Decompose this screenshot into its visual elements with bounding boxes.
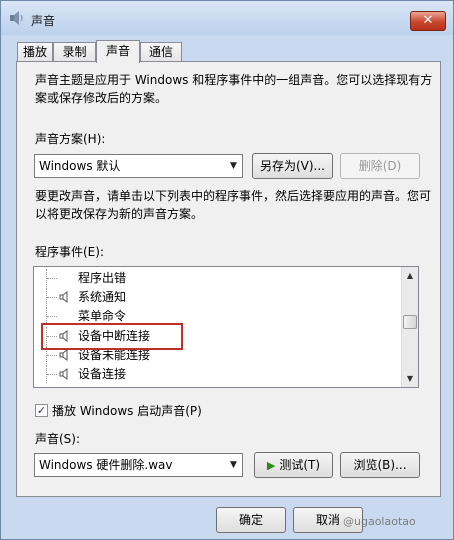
close-icon: ✕ [422,13,434,28]
scheme-label: 声音方案(H): [35,132,106,146]
play-icon: ▶ [266,459,276,472]
title-bar: 声音 ✕ [1,1,453,35]
startup-sound-checkbox[interactable]: ✓ [35,404,48,417]
intro-text-line1: 声音主题是应用于 Windows 和程序事件中的一组声音。您可以选择现有方 [35,73,433,87]
scheme-selected-value: Windows 默认 [39,159,121,173]
sound-label: 声音(S): [35,432,81,446]
list-item[interactable]: 程序出错 [34,269,402,287]
instructions-line1: 要更改声音，请单击以下列表中的程序事件，然后选择要应用的声音。您可 [35,189,432,203]
tab-recording[interactable]: 录制 [53,42,96,62]
scrollbar-thumb[interactable] [403,315,417,329]
tab-sounds[interactable]: 声音 [96,40,140,63]
delete-scheme-button[interactable]: 删除(D) [340,153,420,179]
tab-playback[interactable]: 播放 [17,42,53,62]
speaker-icon [59,368,68,380]
vertical-scrollbar[interactable]: ▲ ▼ [401,267,418,387]
speaker-icon [59,291,68,303]
sound-selected-value: Windows 硬件删除.wav [39,458,173,472]
chevron-up-icon[interactable]: ▲ [402,267,418,284]
tab-communications[interactable]: 通信 [140,42,182,62]
selection-highlight-frame [41,323,183,350]
ok-button[interactable]: 确定 [216,507,286,533]
list-item[interactable]: 系统通知 [34,288,402,306]
test-button[interactable]: ▶ 测试(T) [254,452,333,478]
sound-select[interactable]: Windows 硬件删除.wav ▼ [34,453,243,477]
program-events-label: 程序事件(E): [35,245,104,259]
list-item[interactable]: 设备连接 [34,365,402,383]
checkmark-icon: ✓ [36,404,47,417]
speaker-icon [59,349,68,361]
scheme-select[interactable]: Windows 默认 ▼ [34,154,243,178]
window-title: 声音 [31,14,56,28]
instructions-line2: 以将更改保存为新的声音方案。 [35,207,204,221]
startup-sound-label: 播放 Windows 启动声音(P) [52,404,202,418]
watermark: @ugaolaotao [343,515,416,528]
chevron-down-icon: ▼ [230,460,237,470]
sound-dialog: 声音 ✕ 播放 录制 声音 通信 声音主题是应用于 Windows 和程序事件中… [0,0,454,540]
chevron-down-icon[interactable]: ▼ [402,370,418,387]
close-button[interactable]: ✕ [410,11,446,31]
intro-text-line2: 案或保存修改后的方案。 [35,91,168,105]
chevron-down-icon: ▼ [230,161,237,171]
save-as-button[interactable]: 另存为(V)... [252,153,333,179]
speaker-icon [10,11,23,25]
browse-button[interactable]: 浏览(B)... [340,452,420,478]
